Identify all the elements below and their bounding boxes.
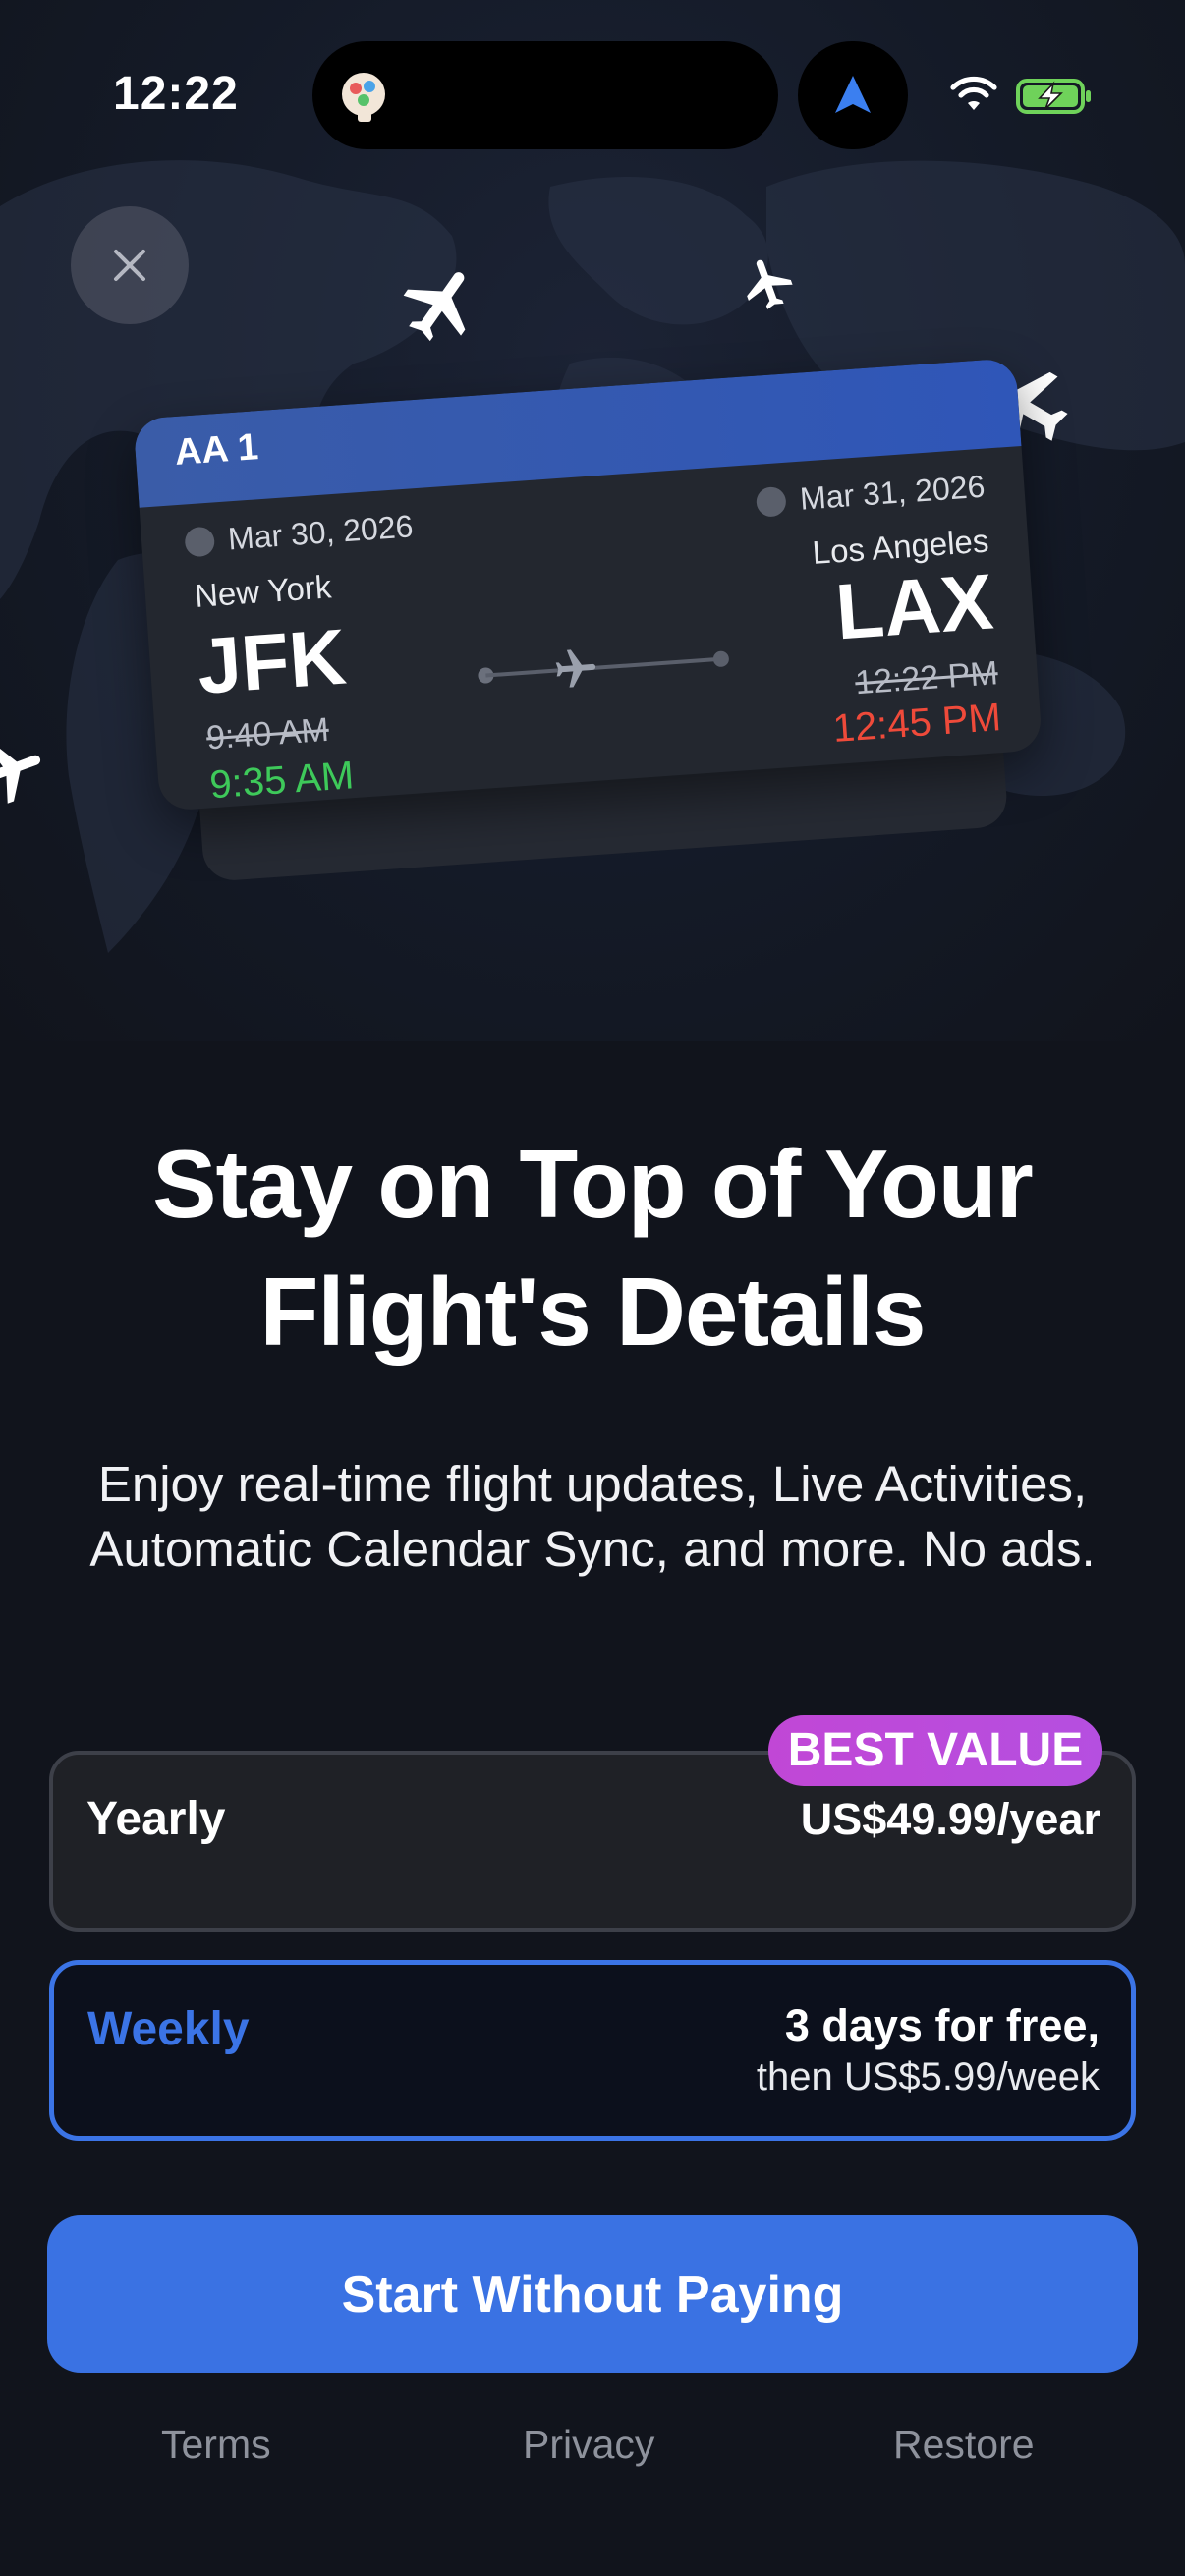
arrival-airport-code: LAX bbox=[832, 557, 996, 656]
flight-number: AA 1 bbox=[173, 426, 260, 475]
restore-link[interactable]: Restore bbox=[893, 2422, 1035, 2468]
title-line-1: Stay on Top of Your bbox=[152, 1130, 1034, 1238]
arrival-actual-time: 12:45 PM bbox=[831, 696, 1003, 751]
airplane-icon bbox=[739, 253, 798, 317]
wifi-icon bbox=[950, 76, 997, 110]
departure-scheduled-time: 9:40 AM bbox=[204, 710, 330, 757]
location-indicator bbox=[798, 41, 908, 149]
privacy-link[interactable]: Privacy bbox=[523, 2422, 654, 2468]
terms-link[interactable]: Terms bbox=[161, 2422, 271, 2468]
departure-icon bbox=[184, 526, 216, 558]
status-time: 12:22 bbox=[113, 68, 239, 120]
subtitle-line-1: Enjoy real-time flight updates, Live Act… bbox=[97, 1456, 1088, 1512]
navigation-arrow-icon bbox=[835, 76, 871, 113]
dynamic-island bbox=[312, 41, 778, 149]
arrival-scheduled-time: 12:22 PM bbox=[854, 654, 999, 702]
airplane-icon bbox=[393, 260, 491, 354]
page-title: Stay on Top of Your Flight's Details bbox=[0, 1120, 1185, 1375]
plan-trial-weekly: 3 days for free, bbox=[784, 2000, 1100, 2050]
plan-price-yearly: US$49.99/year bbox=[800, 1794, 1100, 1844]
status-bar: 12:22 bbox=[0, 0, 1185, 187]
airplane-icon bbox=[0, 732, 49, 815]
best-value-badge: BEST VALUE bbox=[768, 1715, 1102, 1786]
departure-date: Mar 30, 2026 bbox=[184, 508, 415, 560]
departure-city: New York bbox=[193, 568, 333, 614]
plan-option-weekly[interactable]: Weekly 3 days for free, then US$5.99/wee… bbox=[49, 1960, 1136, 2141]
page-subtitle: Enjoy real-time flight updates, Live Act… bbox=[39, 1452, 1146, 1582]
arrival-icon bbox=[756, 485, 788, 518]
title-line-2: Flight's Details bbox=[259, 1258, 926, 1366]
departure-airport-code: JFK bbox=[195, 612, 349, 710]
airplane-icon bbox=[555, 649, 596, 688]
plan-price-weekly: then US$5.99/week bbox=[756, 2055, 1100, 2099]
route-line bbox=[478, 649, 729, 688]
subtitle-line-2: Automatic Calendar Sync, and more. No ad… bbox=[89, 1521, 1096, 1577]
close-icon bbox=[114, 250, 145, 281]
arrival-date-text: Mar 31, 2026 bbox=[798, 468, 987, 517]
close-button[interactable] bbox=[71, 206, 189, 324]
battery-charging-icon bbox=[1016, 79, 1091, 114]
app-icon bbox=[342, 73, 385, 122]
boarding-card: AA 1 Mar 30, 2026 Mar 31, 2026 New York … bbox=[133, 358, 1045, 882]
plan-name-yearly: Yearly bbox=[86, 1793, 226, 1845]
start-without-paying-button[interactable]: Start Without Paying bbox=[47, 2215, 1138, 2373]
departure-date-text: Mar 30, 2026 bbox=[226, 508, 415, 557]
arrival-date: Mar 31, 2026 bbox=[756, 469, 987, 521]
plan-name-weekly: Weekly bbox=[87, 2003, 250, 2055]
flight-card: AA 1 Mar 30, 2026 Mar 31, 2026 New York … bbox=[133, 358, 1044, 812]
